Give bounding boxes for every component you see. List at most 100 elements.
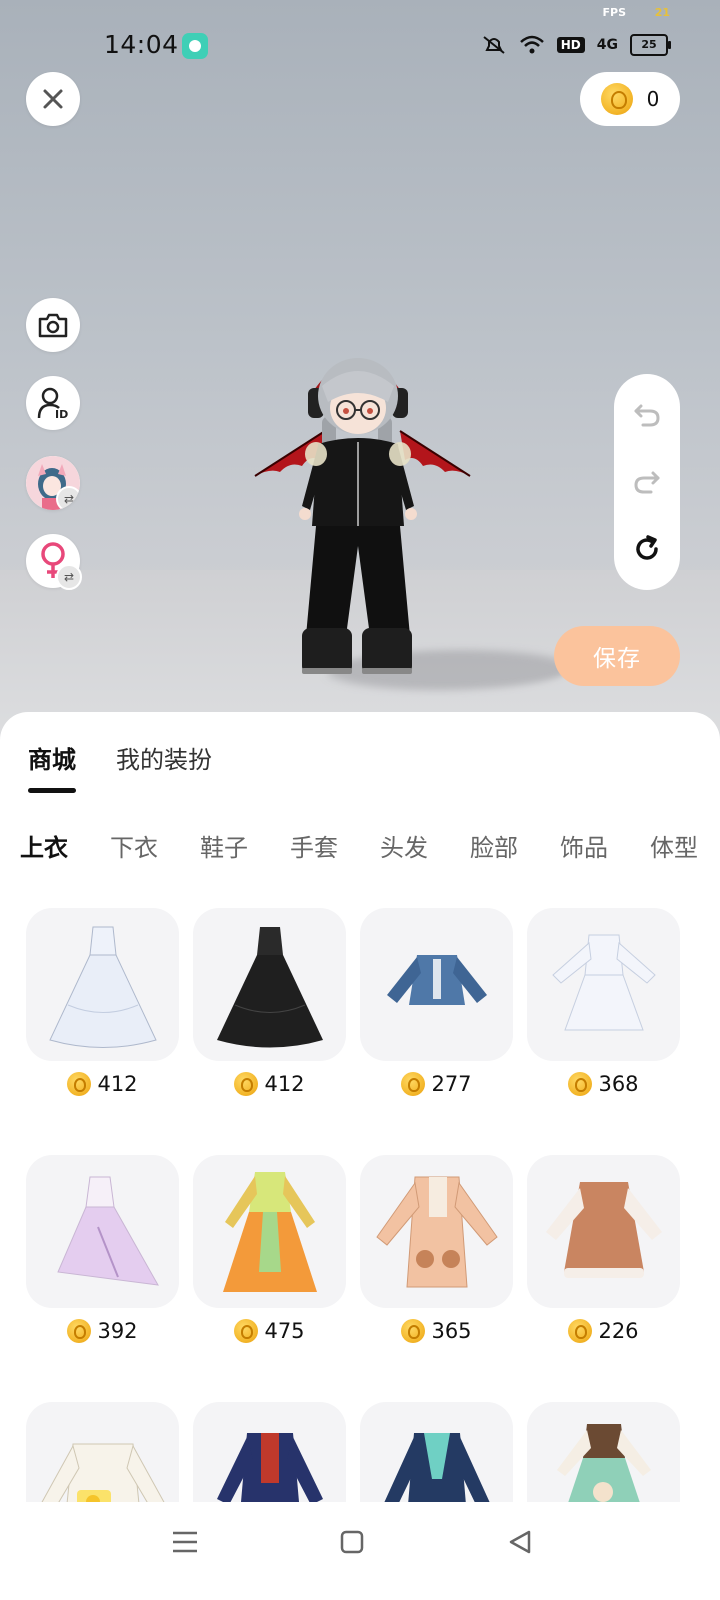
shop-item[interactable]: 365 [360, 1155, 513, 1346]
category-gloves[interactable]: 手套 [290, 828, 338, 863]
coin-icon [67, 1319, 92, 1343]
coin-icon [600, 83, 633, 115]
swap-icon: ⇄ [56, 564, 82, 590]
item-price: 412 [26, 1069, 179, 1099]
swap-icon: ⇄ [56, 486, 80, 510]
menu-icon[interactable] [172, 1530, 198, 1554]
item-price-value: 475 [264, 1319, 305, 1343]
app-notification-icon [182, 33, 208, 59]
peach-bear-coat-icon [375, 1176, 498, 1287]
close-icon [43, 89, 63, 109]
save-button[interactable]: 保存 [554, 626, 680, 686]
profile-id-button[interactable]: ID [26, 376, 80, 430]
item-thumbnail [193, 908, 346, 1061]
system-navigation-bar [0, 1502, 720, 1600]
shop-item[interactable]: 412 [26, 908, 179, 1099]
status-icons: HD 4G 25 [481, 34, 671, 56]
status-bar: FPS 21 14:04 HD 4G 25 [0, 6, 720, 64]
item-thumbnail [527, 1402, 680, 1502]
category-face[interactable]: 脸部 [470, 828, 518, 863]
item-thumbnail [26, 1155, 179, 1308]
category-hair[interactable]: 头发 [380, 828, 428, 863]
green-orange-robe-icon [222, 1171, 317, 1292]
history-controls [614, 374, 680, 590]
item-price-value: 365 [431, 1319, 472, 1343]
refresh-icon [636, 534, 658, 560]
coin-icon [401, 1072, 426, 1096]
fps-label: FPS [602, 6, 627, 19]
switch-avatar-button[interactable]: ⇄ [26, 456, 80, 510]
tab-my-outfits[interactable]: 我的装扮 [116, 740, 212, 787]
item-thumbnail [527, 908, 680, 1061]
black-gown-icon [216, 926, 323, 1047]
item-thumbnail [360, 908, 513, 1061]
category-accessories[interactable]: 饰品 [560, 828, 608, 863]
item-thumbnail [26, 908, 179, 1061]
shop-item[interactable] [193, 1402, 346, 1502]
shop-item[interactable]: 412 [193, 908, 346, 1099]
mute-bell-icon [483, 36, 505, 54]
undo-button[interactable] [630, 398, 664, 432]
item-price-value: 412 [264, 1072, 305, 1096]
item-thumbnail [26, 1402, 179, 1502]
shop-item[interactable] [527, 1402, 680, 1502]
coin-balance-value: 0 [646, 87, 660, 111]
category-shoes[interactable]: 鞋子 [200, 828, 248, 863]
shop-item[interactable] [360, 1402, 513, 1502]
brown-cape-dress-icon [545, 1181, 662, 1278]
category-tabs: 上衣 下衣 鞋子 手套 头发 脸部 饰品 体型 [20, 828, 698, 863]
item-price-value: 368 [598, 1072, 639, 1096]
shop-item[interactable]: 392 [26, 1155, 179, 1346]
main-tabs: 商城 我的装扮 [28, 740, 212, 793]
back-triangle-icon[interactable] [508, 1530, 532, 1554]
fps-value: 21 [654, 6, 670, 19]
item-price-value: 277 [431, 1072, 472, 1096]
redo-button[interactable] [630, 465, 664, 499]
coin-icon [67, 1072, 92, 1096]
coin-icon [568, 1319, 593, 1343]
shop-item[interactable] [26, 1402, 179, 1502]
home-square-icon[interactable] [340, 1530, 364, 1554]
shop-panel: 商城 我的装扮 上衣 下衣 鞋子 手套 头发 脸部 饰品 体型 412 412 … [0, 712, 720, 1502]
battery-icon: 25 [630, 34, 671, 56]
item-price: 277 [360, 1069, 513, 1099]
avatar-character[interactable] [250, 336, 475, 681]
category-tops[interactable]: 上衣 [20, 828, 68, 863]
item-price: 226 [527, 1316, 680, 1346]
hd-badge: HD [556, 37, 585, 53]
item-grid: 412 412 277 368 392 475 365 226 [26, 908, 686, 1502]
item-price-value: 392 [97, 1319, 138, 1343]
tab-shop[interactable]: 商城 [28, 740, 76, 793]
coin-icon [234, 1319, 259, 1343]
camera-button[interactable] [26, 298, 80, 352]
item-thumbnail [360, 1155, 513, 1308]
item-price: 392 [26, 1316, 179, 1346]
white-gown-icon [48, 926, 157, 1048]
navy-red-jacket-icon [216, 1432, 323, 1502]
undo-icon [634, 404, 660, 427]
coin-balance[interactable]: 0 [580, 72, 680, 126]
close-button[interactable] [26, 72, 80, 126]
denim-jacket-icon [386, 954, 487, 1005]
status-time: 14:04 [104, 30, 179, 59]
svg-text:ID: ID [55, 408, 68, 420]
item-price: 412 [193, 1069, 346, 1099]
duck-sweater-icon [40, 1443, 165, 1502]
lilac-fairy-dress-icon [56, 1176, 159, 1286]
shop-item[interactable]: 475 [193, 1155, 346, 1346]
item-price-value: 412 [97, 1072, 138, 1096]
item-price: 475 [193, 1316, 346, 1346]
coin-icon [234, 1072, 259, 1096]
coin-icon [568, 1072, 593, 1096]
shop-item[interactable]: 368 [527, 908, 680, 1099]
item-thumbnail [193, 1402, 346, 1502]
category-body-shape[interactable]: 体型 [650, 828, 698, 863]
shop-item[interactable]: 226 [527, 1155, 680, 1346]
item-price: 365 [360, 1316, 513, 1346]
category-bottoms[interactable]: 下衣 [110, 828, 158, 863]
reset-button[interactable] [630, 532, 664, 566]
shop-item[interactable]: 277 [360, 908, 513, 1099]
gender-toggle-button[interactable]: ⇄ [26, 534, 82, 590]
white-lolita-dress-icon [551, 934, 656, 1030]
coin-icon [401, 1319, 426, 1343]
